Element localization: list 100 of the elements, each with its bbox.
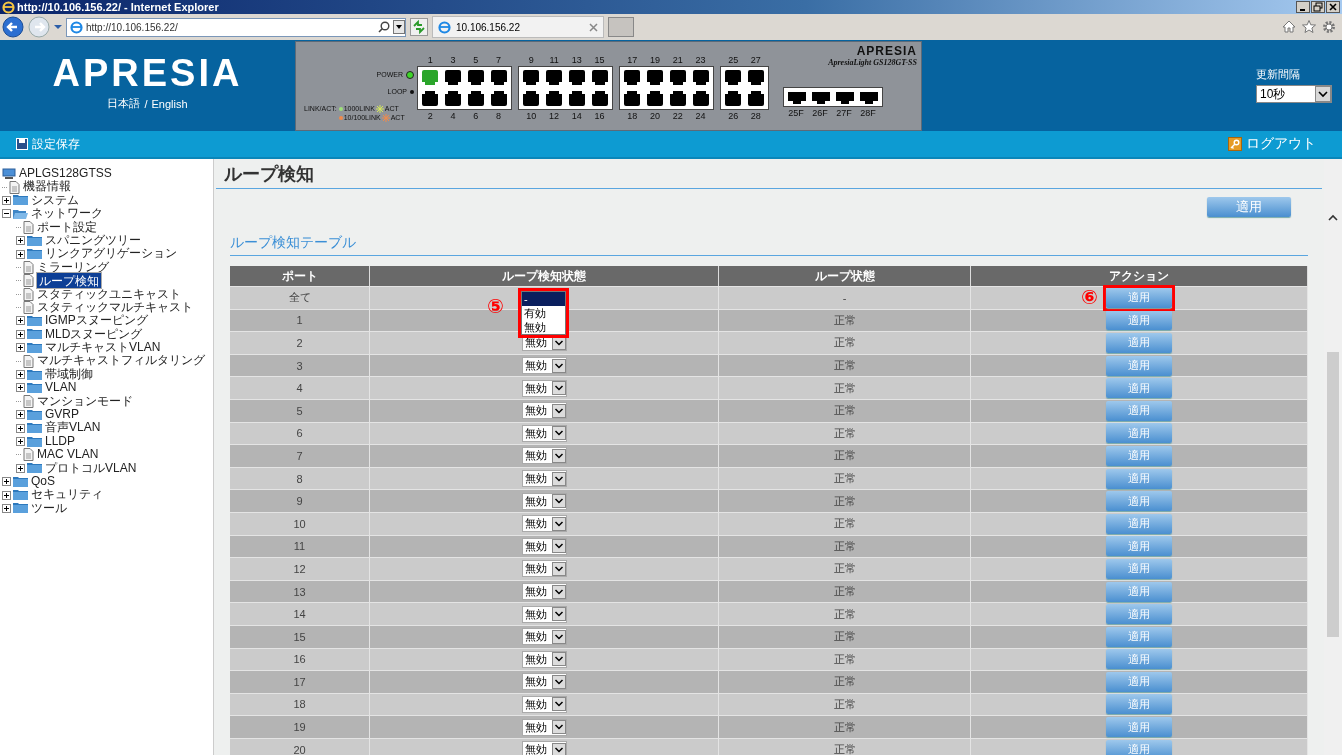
expand-icon[interactable]	[16, 316, 25, 326]
tree-item[interactable]: リンクアグリゲーション	[44, 247, 178, 261]
expand-icon[interactable]	[16, 249, 25, 259]
port-number: 27F	[835, 107, 853, 119]
expand-icon[interactable]	[16, 423, 25, 433]
tree-item[interactable]: 機器情報	[22, 180, 72, 194]
expand-icon[interactable]	[16, 463, 25, 473]
scroll-up-icon[interactable]	[1328, 214, 1338, 221]
tree-item[interactable]: マンションモード	[36, 394, 134, 409]
scrollbar-thumb[interactable]	[1327, 352, 1339, 637]
scrollbar[interactable]	[1324, 159, 1342, 755]
port-number: 22	[671, 110, 684, 122]
document-icon	[23, 301, 34, 315]
state-select[interactable]: 無効	[521, 492, 567, 510]
restore-button[interactable]	[1311, 1, 1325, 13]
state-select[interactable]: 無効	[521, 537, 567, 555]
dropdown-option[interactable]: 無効	[522, 320, 565, 334]
browser-tab[interactable]: 10.106.156.22	[432, 16, 604, 38]
dropdown-option[interactable]: -	[522, 292, 565, 306]
tree-item[interactable]: MLDスヌーピング	[44, 327, 144, 342]
tree-item[interactable]: QoS	[30, 475, 56, 489]
port-number: 8	[495, 110, 503, 122]
folder-icon	[27, 341, 42, 354]
state-select[interactable]: 無効	[521, 402, 567, 420]
tree-item[interactable]: マルチキャストVLAN	[44, 341, 162, 355]
language-link[interactable]: 日本語	[107, 96, 141, 111]
browser-logo-icon	[438, 20, 451, 34]
state-select[interactable]: 無効	[521, 605, 567, 623]
expand-icon[interactable]	[16, 236, 25, 246]
state-select[interactable]: 無効	[521, 650, 567, 668]
address-bar[interactable]: http://10.106.156.22/	[66, 17, 406, 37]
expand-icon[interactable]	[2, 490, 11, 500]
tree-item[interactable]: MAC VLAN	[36, 448, 100, 462]
state-select[interactable]: 無効	[521, 673, 567, 691]
refresh-icon[interactable]	[410, 18, 428, 36]
port-number: 12	[548, 110, 561, 122]
tree-root[interactable]: APLGS128GTSS	[18, 167, 113, 181]
expand-icon[interactable]	[16, 383, 25, 393]
port-number: 26	[727, 110, 740, 122]
tree-item[interactable]: マルチキャストフィルタリング	[36, 354, 206, 368]
star-icon[interactable]	[1302, 20, 1316, 33]
tree-item[interactable]: セキュリティ	[30, 488, 104, 502]
tree-item[interactable]: GVRP	[44, 408, 80, 422]
state-select[interactable]: 無効	[521, 379, 567, 397]
panel-logo: APRESIA	[856, 45, 917, 58]
port-number: 27	[749, 54, 762, 66]
tree-item[interactable]: ループ検知	[36, 272, 102, 290]
expand-icon[interactable]	[2, 503, 11, 513]
expand-icon[interactable]	[16, 329, 25, 339]
state-select[interactable]: 無効	[521, 741, 567, 755]
expand-icon[interactable]	[16, 437, 25, 446]
expand-icon[interactable]	[16, 370, 25, 380]
settings-icon[interactable]	[1322, 20, 1336, 34]
tree-item[interactable]: 帯域制御	[44, 367, 94, 382]
search-icon[interactable]	[378, 21, 390, 33]
expand-icon[interactable]	[16, 343, 25, 353]
port-number: 4	[449, 110, 457, 122]
tree-item[interactable]: スパニングツリー	[44, 233, 142, 248]
tree-item[interactable]: スタティックユニキャスト	[36, 287, 182, 301]
state-select[interactable]: 無効	[521, 696, 567, 713]
home-icon[interactable]	[1282, 20, 1296, 33]
dropdown-option[interactable]: 有効	[522, 306, 565, 320]
collapse-icon[interactable]	[2, 209, 11, 219]
tree-item[interactable]: ネットワーク	[30, 207, 104, 221]
tree-item[interactable]: LLDP	[44, 434, 77, 449]
state-select[interactable]: 無効	[521, 515, 567, 533]
expand-icon[interactable]	[2, 477, 11, 487]
state-select[interactable]: 無効	[521, 628, 567, 646]
tree-item[interactable]: ツール	[30, 501, 68, 516]
folder-icon	[13, 475, 28, 488]
state-select[interactable]: 無効	[521, 424, 567, 442]
tree-item[interactable]: VLAN	[44, 381, 78, 395]
back-button[interactable]	[2, 16, 24, 38]
expand-icon[interactable]	[2, 195, 11, 205]
document-icon	[9, 180, 20, 194]
table-cell: 正常	[719, 603, 971, 625]
close-icon[interactable]	[589, 22, 598, 32]
state-select[interactable]: 無効	[521, 560, 567, 578]
port-number: 20	[649, 110, 662, 122]
computer-icon	[2, 167, 16, 180]
table-cell: 10	[230, 512, 370, 535]
tree-item[interactable]: IGMPスヌーピング	[44, 314, 149, 328]
tree-item[interactable]: システム	[30, 193, 80, 208]
language-link[interactable]: English	[151, 97, 188, 110]
table-cell: 正常	[719, 625, 971, 648]
refresh-interval-select[interactable]: 10秒	[1256, 85, 1332, 103]
tree-item[interactable]: ポート設定	[36, 220, 98, 234]
state-select[interactable]: 無効	[521, 447, 567, 465]
state-select[interactable]: 無効	[521, 583, 567, 600]
port-number: 9	[527, 54, 535, 66]
expand-icon[interactable]	[16, 410, 25, 420]
tree-item[interactable]: プロトコルVLAN	[44, 461, 138, 475]
tree-item[interactable]: スタティックマルチキャスト	[36, 300, 194, 315]
section-title: ループ検知テーブル	[230, 234, 1308, 256]
state-select[interactable]: 無効	[521, 470, 567, 488]
close-button[interactable]	[1326, 1, 1340, 13]
state-select[interactable]: 無効	[521, 357, 567, 375]
minimize-button[interactable]	[1296, 1, 1310, 13]
tree-item[interactable]: 音声VLAN	[44, 421, 102, 435]
state-select[interactable]: 無効	[521, 718, 567, 736]
